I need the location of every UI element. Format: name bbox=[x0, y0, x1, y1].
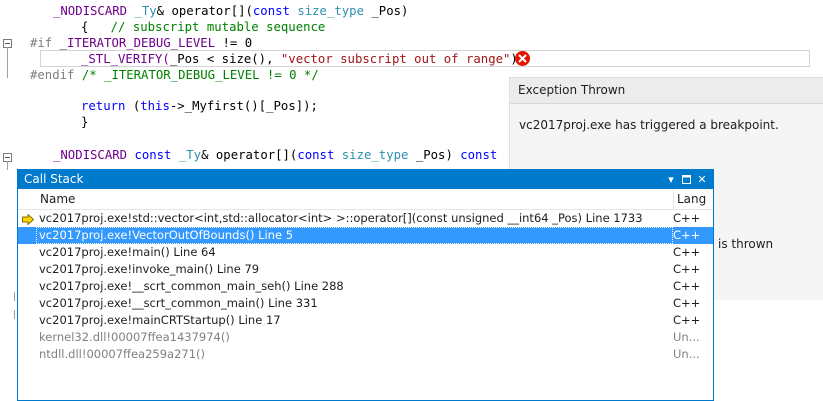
frame-name: vc2017proj.exe!invoke_main() Line 79 bbox=[39, 262, 260, 276]
frame-name: vc2017proj.exe!__scrt_common_main() Line… bbox=[39, 296, 318, 310]
frame-name: vc2017proj.exe!VectorOutOfBounds() Line … bbox=[39, 228, 294, 242]
frame-language: C++ bbox=[673, 313, 701, 327]
frame-language: Un... bbox=[673, 330, 700, 344]
frame-name: vc2017proj.exe!mainCRTStartup() Line 17 bbox=[39, 313, 281, 327]
dropdown-icon[interactable]: ▾ bbox=[664, 170, 678, 189]
call-stack-row[interactable]: ntdll.dll!00007ffea259a271() Un... bbox=[18, 346, 713, 363]
code-line: #endif /* _ITERATOR_DEBUG_LEVEL != 0 */ bbox=[30, 68, 319, 82]
fold-guide bbox=[7, 47, 8, 78]
call-stack-window: Call Stack ▾ ✕ Name Lang vc2017proj.exe!… bbox=[17, 169, 714, 401]
exception-message: vc2017proj.exe has triggered a breakpoin… bbox=[519, 118, 779, 132]
frame-language: C++ bbox=[673, 211, 701, 225]
frame-language: C++ bbox=[673, 262, 701, 276]
margin-marker bbox=[14, 292, 15, 301]
column-header-name[interactable]: Name bbox=[40, 189, 75, 209]
call-stack-list: vc2017proj.exe!std::vector<int,std::allo… bbox=[18, 210, 713, 363]
frame-language: C++ bbox=[673, 228, 701, 242]
frame-language: Un... bbox=[673, 347, 700, 361]
maximize-icon[interactable] bbox=[679, 170, 693, 189]
call-stack-row[interactable]: vc2017proj.exe!invoke_main() Line 79 C++ bbox=[18, 261, 713, 278]
code-line: #if _ITERATOR_DEBUG_LEVEL != 0 bbox=[30, 36, 253, 50]
call-stack-row[interactable]: vc2017proj.exe!__scrt_common_main() Line… bbox=[18, 295, 713, 312]
frame-language: C++ bbox=[673, 296, 701, 310]
exception-partial-text: is thrown bbox=[718, 237, 774, 251]
call-stack-row[interactable]: vc2017proj.exe!__scrt_common_main_seh() … bbox=[18, 278, 713, 295]
call-stack-titlebar[interactable]: Call Stack ▾ ✕ bbox=[18, 170, 713, 189]
column-header-language[interactable]: Lang bbox=[673, 189, 717, 209]
call-stack-row[interactable]: vc2017proj.exe!VectorOutOfBounds() Line … bbox=[18, 227, 713, 244]
code-line: _STL_VERIFY(_Pos < size(), "vector subsc… bbox=[81, 52, 525, 66]
error-icon[interactable] bbox=[515, 51, 530, 66]
call-stack-row[interactable]: vc2017proj.exe!main() Line 64 C++ bbox=[18, 244, 713, 261]
call-stack-header: Name Lang bbox=[18, 189, 713, 210]
call-stack-title: Call Stack bbox=[24, 172, 84, 186]
frame-name: vc2017proj.exe!std::vector<int,std::allo… bbox=[39, 211, 643, 225]
exception-title: Exception Thrown bbox=[510, 78, 823, 104]
call-stack-row[interactable]: kernel32.dll!00007ffea1437974() Un... bbox=[18, 329, 713, 346]
code-line: } bbox=[81, 115, 89, 129]
call-stack-row[interactable]: vc2017proj.exe!std::vector<int,std::allo… bbox=[18, 210, 713, 227]
margin-marker bbox=[14, 310, 15, 319]
fold-guide bbox=[7, 161, 8, 170]
code-line: return (this->_Myfirst()[_Pos]); bbox=[81, 99, 318, 113]
call-stack-row[interactable]: vc2017proj.exe!mainCRTStartup() Line 17 C… bbox=[18, 312, 713, 329]
frame-language: C++ bbox=[673, 279, 701, 293]
frame-name: vc2017proj.exe!__scrt_common_main_seh() … bbox=[39, 279, 344, 293]
frame-name: kernel32.dll!00007ffea1437974() bbox=[39, 330, 230, 344]
close-icon[interactable]: ✕ bbox=[695, 170, 709, 189]
frame-name: ntdll.dll!00007ffea259a271() bbox=[39, 347, 205, 361]
frame-name: vc2017proj.exe!main() Line 64 bbox=[39, 245, 216, 259]
code-line: _NODISCARD _Ty& operator[](const size_ty… bbox=[53, 4, 409, 18]
frame-language: C++ bbox=[673, 245, 701, 259]
code-line: { // subscript mutable sequence bbox=[81, 20, 326, 34]
code-line: _NODISCARD const _Ty& operator[](const s… bbox=[53, 148, 498, 162]
